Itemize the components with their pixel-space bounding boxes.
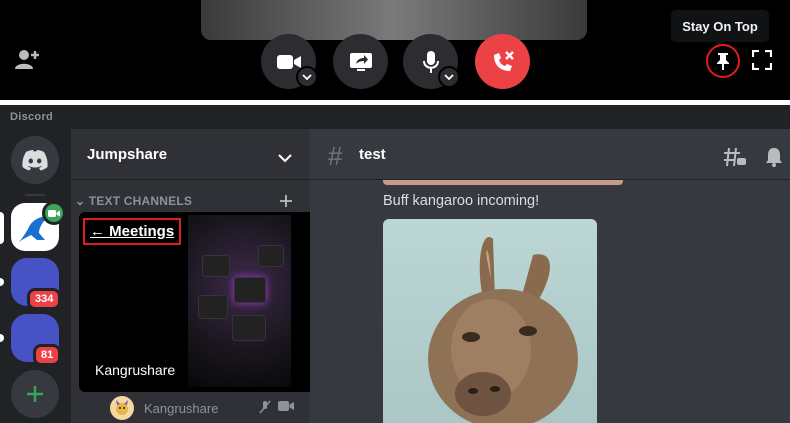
back-to-meetings-label: ← Meetings [90, 223, 175, 240]
plus-icon [27, 386, 43, 402]
muted-mic-icon [259, 400, 271, 414]
server-header[interactable]: Jumpshare [71, 129, 310, 180]
notification-bell-icon[interactable] [763, 146, 785, 168]
app-wordmark: Discord [10, 111, 54, 123]
fullscreen-button[interactable] [751, 49, 773, 71]
selected-server-indicator [0, 212, 4, 244]
home-button[interactable] [11, 136, 59, 184]
back-to-meetings-button[interactable]: ← Meetings [83, 218, 182, 245]
voice-user-status [258, 400, 294, 414]
microphone-icon [422, 50, 439, 73]
channel-name: test [359, 146, 386, 163]
discord-logo-icon [22, 150, 48, 171]
previous-embed [383, 180, 623, 185]
video-preview [201, 0, 587, 40]
chevron-down-icon [444, 74, 454, 80]
screen-share-button[interactable] [333, 34, 388, 89]
video-live-indicator [42, 201, 66, 225]
camera-options-button[interactable] [296, 66, 318, 88]
add-server-button[interactable] [11, 370, 59, 418]
avatar [110, 396, 134, 420]
stay-on-top-button[interactable] [706, 44, 740, 78]
camera-icon [276, 54, 301, 69]
message-text: Buff kangaroo incoming! [383, 193, 540, 209]
hangup-icon [493, 50, 514, 71]
channel-category[interactable]: ⌄ TEXT CHANNELS [75, 194, 192, 208]
voice-user-name: Kangrushare [144, 400, 219, 416]
video-icon [48, 209, 60, 217]
call-bar: Stay On Top [0, 0, 790, 100]
chevron-down-icon[interactable] [278, 148, 292, 167]
channel-hash-icon: # [328, 141, 343, 171]
stream-video [188, 215, 291, 387]
mention-badge: 81 [33, 344, 62, 366]
microphone-options-button[interactable] [438, 66, 460, 88]
mention-badge: 334 [27, 288, 62, 310]
kangaroo-gif-image[interactable] [383, 219, 597, 423]
video-icon [278, 401, 294, 411]
add-user-icon[interactable] [15, 48, 41, 70]
server-name: Jumpshare [87, 145, 168, 163]
pin-icon [717, 53, 729, 70]
plus-icon [280, 195, 292, 207]
streamer-name: Kangrushare [95, 362, 176, 378]
screen-share-icon [349, 52, 372, 71]
chevron-down-icon: ⌄ [75, 194, 89, 208]
server-separator [25, 194, 45, 196]
create-channel-button[interactable] [278, 193, 294, 209]
fullscreen-icon [751, 49, 773, 71]
stay-on-top-tooltip: Stay On Top [671, 10, 769, 47]
chevron-down-icon [302, 74, 312, 80]
disconnect-button[interactable] [475, 34, 530, 89]
threads-icon[interactable] [723, 146, 747, 168]
